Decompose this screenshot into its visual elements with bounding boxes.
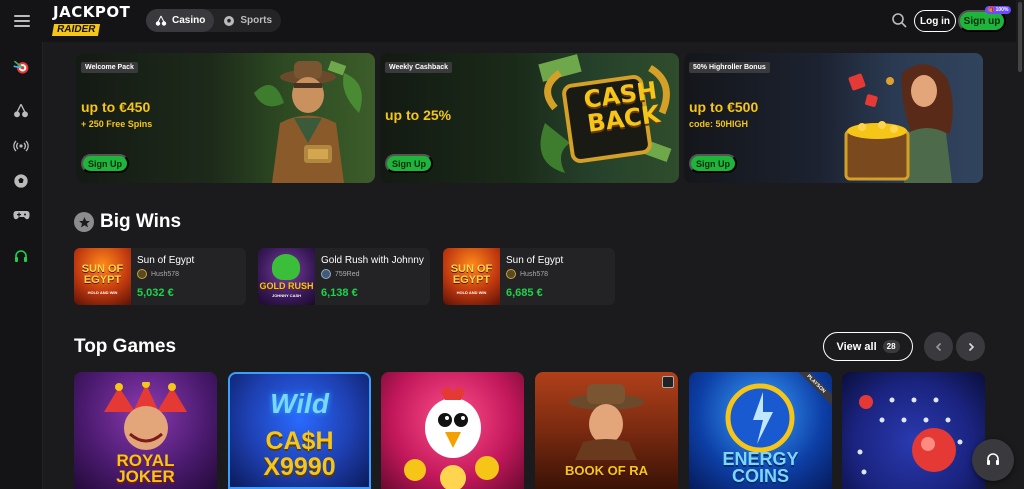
promo-banner-welcome[interactable]: Welcome Pack up to €450 + 250 Free Spins…: [76, 53, 375, 183]
chevron-right-icon: [968, 342, 974, 351]
promo-banner-highroller[interactable]: 50% Highroller Bonus up to €500 code: 50…: [684, 53, 983, 183]
promo-banner-cashback[interactable]: CASH BACK Weekly Cashback up to 25% Sign…: [380, 53, 679, 183]
cherries-icon: [14, 104, 28, 118]
product-tabs: Casino Sports: [146, 9, 282, 32]
login-button[interactable]: Log in: [914, 10, 956, 32]
big-win-card[interactable]: SUN OF EGYPT HOLD AND WIN Sun of Egypt H…: [443, 248, 615, 305]
carousel-next-button[interactable]: [956, 332, 985, 361]
thumb-title: SUN OF EGYPT: [81, 263, 124, 286]
sidebar-item-live[interactable]: [12, 137, 30, 155]
soccer-ball-icon: [14, 174, 28, 188]
headset-icon: [987, 453, 999, 465]
avatar: [506, 269, 516, 279]
tab-casino[interactable]: Casino: [146, 9, 215, 32]
top-games-title: Top Games: [74, 336, 177, 357]
logo-bottom-text: RAIDER: [51, 24, 101, 36]
explorer-illustration: [254, 60, 362, 183]
promo-headline: up to €500: [689, 99, 759, 115]
promo-subline: + 250 Free Spins: [81, 119, 153, 129]
sidebar-item-sports[interactable]: [12, 172, 30, 190]
search-icon[interactable]: [891, 12, 908, 29]
highroller-illustration: [844, 64, 953, 183]
game-name-line-1: Wild: [270, 388, 329, 419]
live-broadcast-icon: [13, 140, 29, 152]
star-icon: [74, 212, 94, 232]
big-win-username: Hush578: [151, 270, 180, 278]
soccer-ball-icon: [224, 15, 235, 26]
view-all-count: 28: [882, 340, 900, 353]
game-name-line-2: COINS: [731, 465, 789, 486]
headset-icon: [15, 250, 27, 262]
promo-tag: Welcome Pack: [81, 62, 138, 73]
sidebar-item-casino[interactable]: [12, 102, 30, 120]
game-tile-wild-cash[interactable]: Wild CA$H X9990: [228, 372, 371, 489]
cherries-icon: [155, 15, 167, 26]
sidebar-item-support[interactable]: [12, 248, 30, 266]
view-all-label: View all: [836, 340, 877, 353]
promo-signup-button[interactable]: Sign Up: [689, 154, 737, 173]
tab-casino-label: Casino: [172, 15, 206, 26]
target-darts-icon[interactable]: [12, 58, 30, 76]
gamepad-icon: [12, 211, 30, 220]
page-scrollbar[interactable]: [1016, 0, 1024, 489]
thumb-subtitle: JOHNNY CASH: [271, 293, 302, 298]
top-bar: JACKPOT RAIDER Casino Sports Log in Sign…: [0, 0, 1024, 42]
promo-tag: Weekly Cashback: [385, 62, 453, 73]
big-win-game-name: Sun of Egypt: [137, 255, 195, 266]
big-win-username: Hush578: [520, 270, 549, 278]
promo-signup-button[interactable]: Sign Up: [81, 154, 129, 173]
game-thumbnail: SUN OF EGYPT HOLD AND WIN: [74, 248, 131, 305]
carousel-prev-button[interactable]: [924, 332, 953, 361]
game-tile-plinko[interactable]: [842, 372, 985, 489]
promo-headline: up to €450: [81, 99, 151, 115]
big-win-username: 759Red: [335, 270, 360, 278]
big-win-amount: 6,138 €: [321, 287, 358, 299]
promo-signup-button[interactable]: Sign Up: [385, 154, 433, 173]
sidebar-item-games[interactable]: [12, 206, 30, 224]
game-thumbnail: GOLD RUSH JOHNNY CASH: [258, 248, 315, 305]
tab-sports[interactable]: Sports: [214, 9, 281, 32]
big-win-game-name: Gold Rush with Johnny Cash: [321, 255, 427, 266]
chevron-left-icon: [935, 342, 941, 351]
tab-sports-label: Sports: [240, 15, 273, 26]
game-tile-royal-joker[interactable]: ROYAL JOKER: [74, 372, 217, 489]
game-tile-book-of-ra[interactable]: BOOK OF RA: [535, 372, 678, 489]
view-all-button[interactable]: View all 28: [823, 332, 913, 361]
big-wins-title: Big Wins: [100, 211, 182, 232]
support-chat-button[interactable]: [972, 439, 1014, 481]
promo-headline: up to 25%: [385, 107, 452, 123]
game-tile-energy-coins[interactable]: ENERGY COINS PLAYSON: [689, 372, 832, 489]
thumb-subtitle: HOLD AND WIN: [456, 290, 487, 295]
big-win-amount: 6,685 €: [506, 287, 543, 299]
provider-logo: [662, 376, 674, 388]
big-win-amount: 5,032 €: [137, 287, 174, 299]
avatar: [321, 269, 331, 279]
thumb-title: GOLD RUSH: [259, 281, 314, 291]
big-win-card[interactable]: GOLD RUSH JOHNNY CASH Gold Rush with Joh…: [258, 248, 430, 305]
game-name-line-2: JOKER: [116, 466, 175, 486]
logo[interactable]: JACKPOT RAIDER: [51, 3, 131, 36]
hamburger-menu-icon[interactable]: [12, 12, 32, 30]
game-thumbnail: SUN OF EGYPT HOLD AND WIN: [443, 248, 500, 305]
promo-subline: code: 50HIGH: [689, 119, 749, 129]
sidebar: [0, 42, 43, 489]
bonus-badge: 🎁 100%: [985, 6, 1012, 14]
game-tile-chicken[interactable]: [381, 372, 524, 489]
thumb-subtitle: HOLD AND WIN: [87, 290, 118, 295]
big-win-game-name: Sun of Egypt: [506, 255, 564, 266]
big-win-card[interactable]: SUN OF EGYPT HOLD AND WIN Sun of Egypt H…: [74, 248, 246, 305]
promo-tag: 50% Highroller Bonus: [689, 62, 770, 73]
thumb-title: SUN OF EGYPT: [450, 263, 493, 286]
game-name-line-1: BOOK OF RA: [564, 462, 649, 478]
avatar: [137, 269, 147, 279]
logo-top-text: JACKPOT: [53, 3, 131, 21]
game-name-line-2: CA$H X9990: [263, 427, 336, 482]
